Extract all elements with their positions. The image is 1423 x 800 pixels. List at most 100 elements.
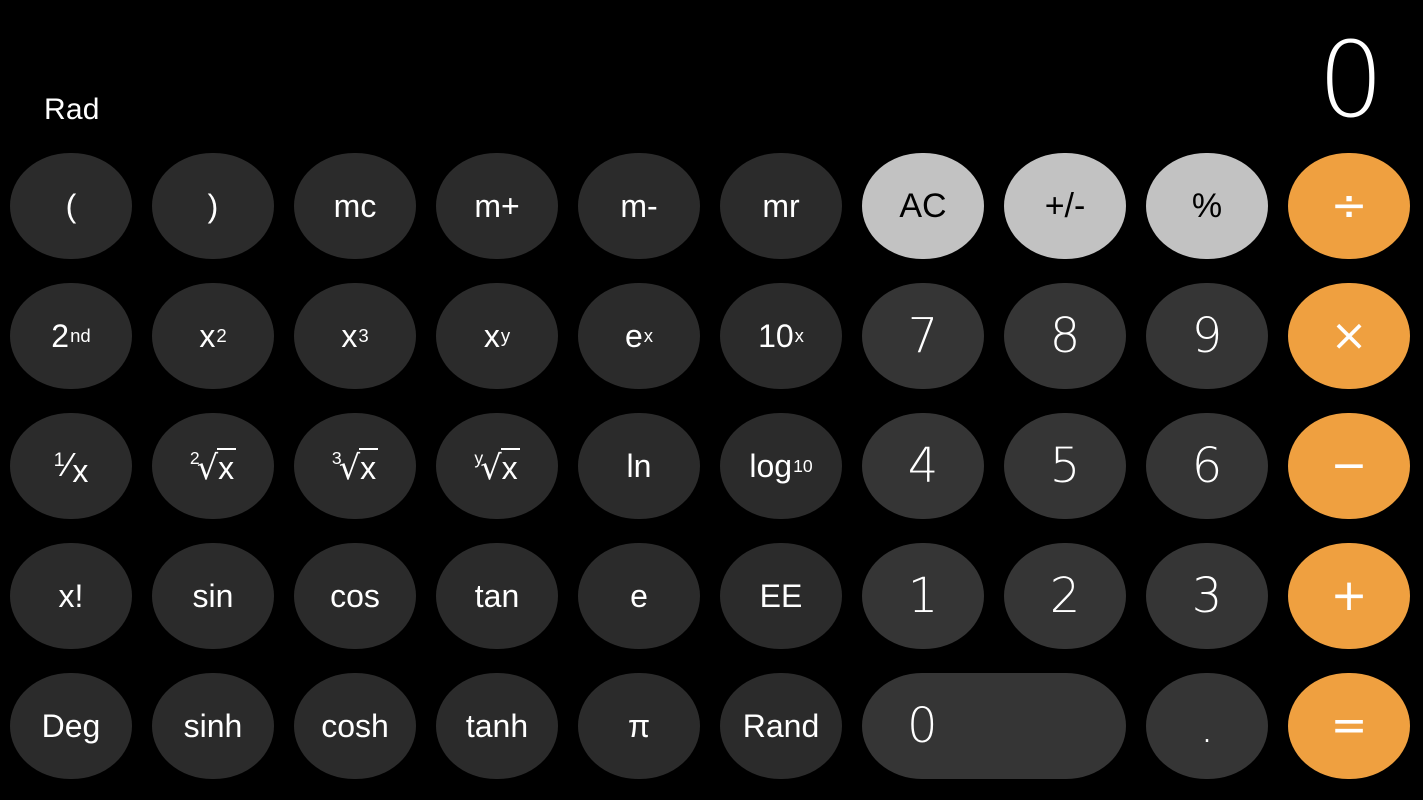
key-ee[interactable]: EE [720, 543, 842, 649]
key-label: cos [330, 578, 380, 614]
key-digit-9[interactable]: 9 [1146, 283, 1268, 389]
key-memory-add[interactable]: m+ [436, 153, 558, 259]
key-power-y[interactable]: xy [436, 283, 558, 389]
key-euler-e[interactable]: e [578, 543, 700, 649]
key-sine[interactable]: sin [152, 543, 274, 649]
key-memory-subtract[interactable]: m- [578, 153, 700, 259]
key-label: Deg [41, 708, 101, 744]
key-label: e [630, 578, 648, 614]
key-label: tanh [465, 708, 529, 744]
key-factorial[interactable]: x! [10, 543, 132, 649]
key-label: ( [65, 188, 77, 224]
key-label: 4 [907, 438, 939, 494]
key-label-base: e [624, 318, 643, 354]
key-label: +/- [1044, 187, 1086, 225]
key-digit-1[interactable]: 1 [862, 543, 984, 649]
key-log-base-10[interactable]: log 10 [720, 413, 842, 519]
key-memory-recall[interactable]: mr [720, 153, 842, 259]
key-label: Rand [742, 708, 820, 744]
key-cube[interactable]: x3 [294, 283, 416, 389]
key-random[interactable]: Rand [720, 673, 842, 779]
key-square-root[interactable]: 2x [152, 413, 274, 519]
plus-icon: + [1330, 570, 1368, 621]
angle-mode-indicator: Rad [44, 93, 100, 126]
key-label: sin [192, 578, 234, 614]
key-label-base: x [341, 318, 358, 354]
radical-sign-icon: x [197, 447, 237, 486]
radical-operand: x [500, 447, 520, 486]
key-add[interactable]: + [1288, 543, 1410, 649]
key-cosine[interactable]: cos [294, 543, 416, 649]
key-label: % [1191, 187, 1223, 225]
key-label: 9 [1191, 308, 1223, 364]
key-multiply[interactable]: × [1288, 283, 1410, 389]
display-value: 0 [1317, 19, 1384, 141]
key-label: 6 [1191, 438, 1223, 494]
key-degree-mode[interactable]: Deg [10, 673, 132, 779]
key-decimal-point[interactable]: . [1146, 673, 1268, 779]
key-open-paren[interactable]: ( [10, 153, 132, 259]
key-label-base: 10 [758, 318, 794, 354]
key-label: 8 [1049, 308, 1081, 364]
key-label: sinh [183, 708, 243, 744]
key-label-base: log [749, 448, 793, 484]
key-label-base: x [483, 318, 500, 354]
radical-sign-icon: x [480, 447, 520, 486]
key-digit-6[interactable]: 6 [1146, 413, 1268, 519]
key-label: 7 [907, 308, 939, 364]
key-cube-root[interactable]: 3x [294, 413, 416, 519]
key-digit-0[interactable]: 0 [862, 673, 1126, 779]
key-hyperbolic-cosine[interactable]: cosh [294, 673, 416, 779]
key-label: . [1199, 698, 1215, 754]
key-digit-8[interactable]: 8 [1004, 283, 1126, 389]
key-label: AC [899, 187, 947, 225]
calculator-display: Rad 0 [0, 0, 1423, 150]
key-label: 3 [1191, 568, 1223, 624]
key-second-function[interactable]: 2nd [10, 283, 132, 389]
equals-icon: = [1330, 700, 1368, 751]
key-hyperbolic-tangent[interactable]: tanh [436, 673, 558, 779]
key-sign-toggle[interactable]: +/- [1004, 153, 1126, 259]
key-reciprocal[interactable]: 1 ⁄ x [10, 413, 132, 519]
key-divide[interactable]: ÷ [1288, 153, 1410, 259]
key-label-base: x [199, 318, 216, 354]
radical-glyph: 2x [190, 447, 237, 486]
keypad-row-5: Deg sinh cosh tanh π Rand 0 . = [0, 670, 1423, 800]
calculator-keypad: ( ) mc m+ m- mr AC +/- % ÷ 2 nd x 2 x 3 … [0, 150, 1423, 800]
key-digit-4[interactable]: 4 [862, 413, 984, 519]
key-label: ln [626, 448, 652, 484]
key-label: x! [58, 578, 84, 614]
divide-icon: ÷ [1330, 180, 1368, 231]
pi-icon: π [627, 708, 651, 744]
fraction-numerator: 1 [53, 449, 65, 472]
key-exp-e[interactable]: ex [578, 283, 700, 389]
key-percent[interactable]: % [1146, 153, 1268, 259]
radical-glyph: yx [474, 447, 520, 486]
key-digit-7[interactable]: 7 [862, 283, 984, 389]
key-digit-2[interactable]: 2 [1004, 543, 1126, 649]
calculator-app: Rad 0 ( ) mc m+ m- mr AC +/- % ÷ 2 nd x … [0, 0, 1423, 800]
key-memory-clear[interactable]: mc [294, 153, 416, 259]
radical-operand: x [359, 447, 379, 486]
key-pi[interactable]: π [578, 673, 700, 779]
key-label: ) [207, 188, 219, 224]
key-square[interactable]: x2 [152, 283, 274, 389]
key-digit-5[interactable]: 5 [1004, 413, 1126, 519]
key-exp-ten[interactable]: 10 x [720, 283, 842, 389]
key-digit-3[interactable]: 3 [1146, 543, 1268, 649]
multiply-icon: × [1330, 310, 1368, 361]
key-close-paren[interactable]: ) [152, 153, 274, 259]
radical-sign-icon: x [339, 447, 379, 486]
minus-icon: − [1330, 440, 1368, 491]
radical-operand: x [217, 447, 237, 486]
key-hyperbolic-sine[interactable]: sinh [152, 673, 274, 779]
fraction-glyph: 1 ⁄ x [53, 449, 89, 487]
key-nth-root[interactable]: yx [436, 413, 558, 519]
key-subtract[interactable]: − [1288, 413, 1410, 519]
key-all-clear[interactable]: AC [862, 153, 984, 259]
keypad-row-3: 1⁄x 2x 3x yx ln log10 4 5 [0, 410, 1423, 540]
key-natural-log[interactable]: ln [578, 413, 700, 519]
keypad-row-1: ( ) mc m+ m- mr AC +/- % ÷ [0, 150, 1423, 280]
key-tangent[interactable]: tan [436, 543, 558, 649]
key-equals[interactable]: = [1288, 673, 1410, 779]
